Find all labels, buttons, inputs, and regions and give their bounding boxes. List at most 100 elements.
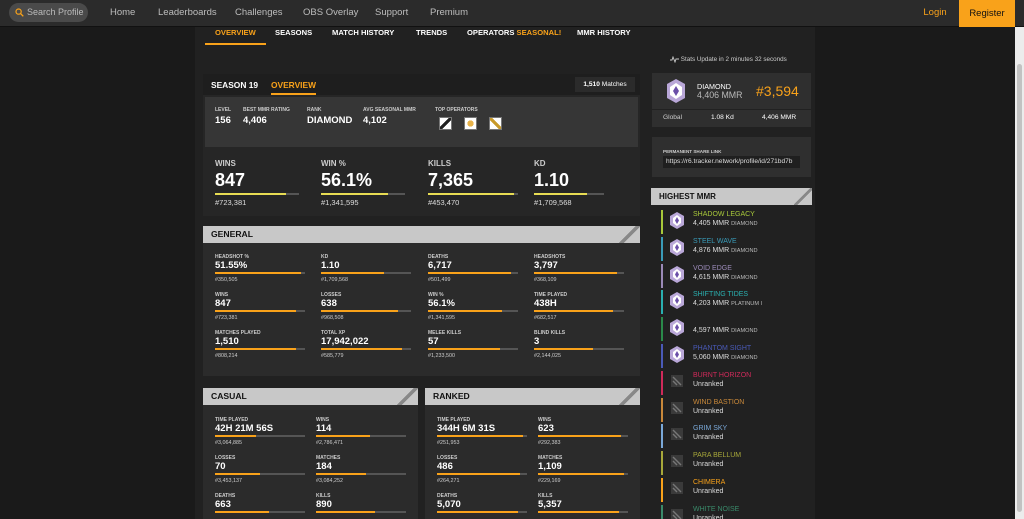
season-row[interactable]: GRIM SKY Unranked (661, 423, 811, 449)
tab-overview[interactable]: OVERVIEW (205, 27, 266, 45)
rank-badge-icon (670, 212, 684, 229)
season-name: PHANTOM SIGHT (693, 345, 752, 352)
login-button[interactable]: Login (910, 0, 960, 25)
stat-bar (428, 310, 518, 312)
stat-value: 70 (215, 461, 226, 472)
casual-header: CASUAL (203, 388, 418, 405)
stat-bar-fill (215, 193, 287, 195)
season-row[interactable]: BURNT HORIZON Unranked (661, 370, 811, 396)
stat-value: 438H (534, 298, 557, 309)
region-label: Global (663, 114, 683, 121)
season-mmr-value: 4,597 MMR (693, 327, 730, 335)
tab-operators[interactable]: OPERATORS SEASONAL! (467, 27, 561, 39)
operator-icon[interactable] (464, 117, 477, 130)
nav-premium[interactable]: Premium (430, 0, 468, 25)
season-row[interactable]: SHADOW LEGACY 4,405 MMR DIAMOND (661, 209, 811, 235)
season-row[interactable]: VOID EDGE 4,615 MMR DIAMOND (661, 263, 811, 289)
season-row[interactable]: WIND BASTION Unranked (661, 397, 811, 423)
season-mmr-value: Unranked (693, 380, 724, 388)
stat-bar-fill (538, 473, 624, 475)
stat-value: 847 (215, 298, 231, 309)
season-panel: SEASON 19 OVERVIEW 1,510 Matches Level 1… (203, 74, 640, 216)
share-link-field[interactable]: https://r6.tracker.network/profile/id/27… (663, 156, 800, 168)
stat-value: 663 (215, 499, 231, 510)
stat-rank: #808,214 (215, 353, 238, 359)
stat-bar (437, 511, 527, 513)
stat-bar-fill (321, 348, 402, 350)
nav-leaderboards[interactable]: Leaderboards (158, 0, 217, 25)
stat-bar-fill (534, 193, 587, 195)
operator-icon[interactable] (439, 117, 452, 130)
stat-value: 57 (428, 336, 439, 347)
tab-seasons[interactable]: SEASONS (275, 27, 312, 39)
stat-rank: #1,341,595 (428, 315, 455, 321)
scrollbar-thumb[interactable] (1017, 64, 1022, 512)
matches-count-label: Matches (601, 81, 627, 88)
season-row[interactable]: STEEL WAVE 4,876 MMR DIAMOND (661, 236, 811, 262)
stat-value: 51.55% (215, 260, 248, 271)
season-rank: DIAMOND (731, 355, 758, 361)
register-button[interactable]: Register (959, 0, 1015, 27)
matches-count-value: 1,510 (583, 81, 600, 88)
stat-value: 1.10 (321, 260, 340, 271)
stat-value: 1.10 (534, 170, 570, 190)
unranked-icon (671, 428, 683, 441)
season-rank: PLATINUM I (731, 301, 763, 308)
tab-trends[interactable]: TRENDS (416, 27, 447, 39)
tab-match-history[interactable]: MATCH HISTORY (332, 27, 394, 39)
season-mmr: Unranked (693, 381, 723, 388)
season-name: PARA BELLUM (693, 452, 742, 460)
summary-label: Level (215, 107, 232, 113)
unranked-icon (671, 401, 683, 414)
season-color-stripe (661, 317, 663, 342)
nav-challenges[interactable]: Challenges (235, 0, 283, 25)
season-mmr-value: 4,405 MMR (693, 220, 730, 227)
season-mmr-value: Unranked (693, 461, 724, 469)
season-row[interactable]: PARA BELLUM Unranked (661, 450, 811, 476)
stat-bar-fill (534, 272, 617, 274)
nav-obs-overlay[interactable]: OBS Overlay (303, 0, 358, 25)
season-summary: Level 156 Best MMR Rating 4,406 Rank DIA… (205, 97, 638, 147)
stat-value: 17,942,022 (321, 336, 369, 347)
stat-bar-fill (538, 511, 619, 513)
stat-rank: #2,786,471 (316, 440, 343, 446)
operator-icon[interactable] (489, 117, 502, 130)
season-mmr: 5,060 MMR DIAMOND (693, 354, 758, 361)
season-row[interactable]: 4,597 MMR DIAMOND (661, 316, 811, 342)
stat-label: KILLS (428, 159, 452, 168)
stat-rank: #368,109 (534, 277, 557, 283)
nav-support[interactable]: Support (375, 0, 408, 25)
highest-mmr-panel: HIGHEST MMR SHADOW LEGACY 4,405 MMR DIAMO… (651, 188, 812, 519)
season-mmr-value: Unranked (693, 434, 724, 442)
highest-mmr-header: HIGHEST MMR (651, 188, 812, 205)
search-input[interactable]: Search Profile (9, 3, 88, 22)
tab-mmr-history[interactable]: MMR HISTORY (577, 27, 631, 39)
season-row[interactable]: SHIFTING TIDES 4,203 MMR PLATINUM I (661, 289, 811, 315)
stat-bar (215, 310, 305, 312)
stat-value: 114 (316, 423, 332, 434)
stat-value: 623 (538, 423, 554, 434)
season-name: BURNT HORIZON (693, 371, 752, 379)
stat-bar (428, 272, 518, 274)
season-row[interactable]: CHIMERA Unranked (661, 477, 811, 503)
season-row[interactable]: WHITE NOISE Unranked (661, 504, 811, 519)
stat-bar (534, 193, 604, 195)
season-row[interactable]: PHANTOM SIGHT 5,060 MMR DIAMOND (661, 343, 811, 369)
nav-home[interactable]: Home (110, 0, 135, 25)
stat-rank: #292,383 (538, 440, 561, 446)
stat-rank: #3,064,885 (215, 440, 242, 446)
season-overview-tab[interactable]: OVERVIEW (271, 80, 316, 95)
region-mmr: 4,406 MMR (762, 114, 797, 121)
stat-value: 56.1% (428, 298, 455, 309)
stat-rank: #501,499 (428, 277, 451, 283)
ranked-header: RANKED (425, 388, 640, 405)
stat-bar-fill (437, 511, 518, 513)
season-color-stripe (661, 478, 663, 502)
stat-rank: #723,381 (215, 315, 238, 321)
rank-badge-icon (670, 265, 684, 283)
stat-bar-fill (437, 435, 523, 437)
rank-position: #3,594 (756, 83, 799, 99)
stat-bar (428, 348, 518, 350)
stat-rank: #264,271 (437, 478, 460, 484)
stat-value: 5,070 (437, 499, 461, 510)
